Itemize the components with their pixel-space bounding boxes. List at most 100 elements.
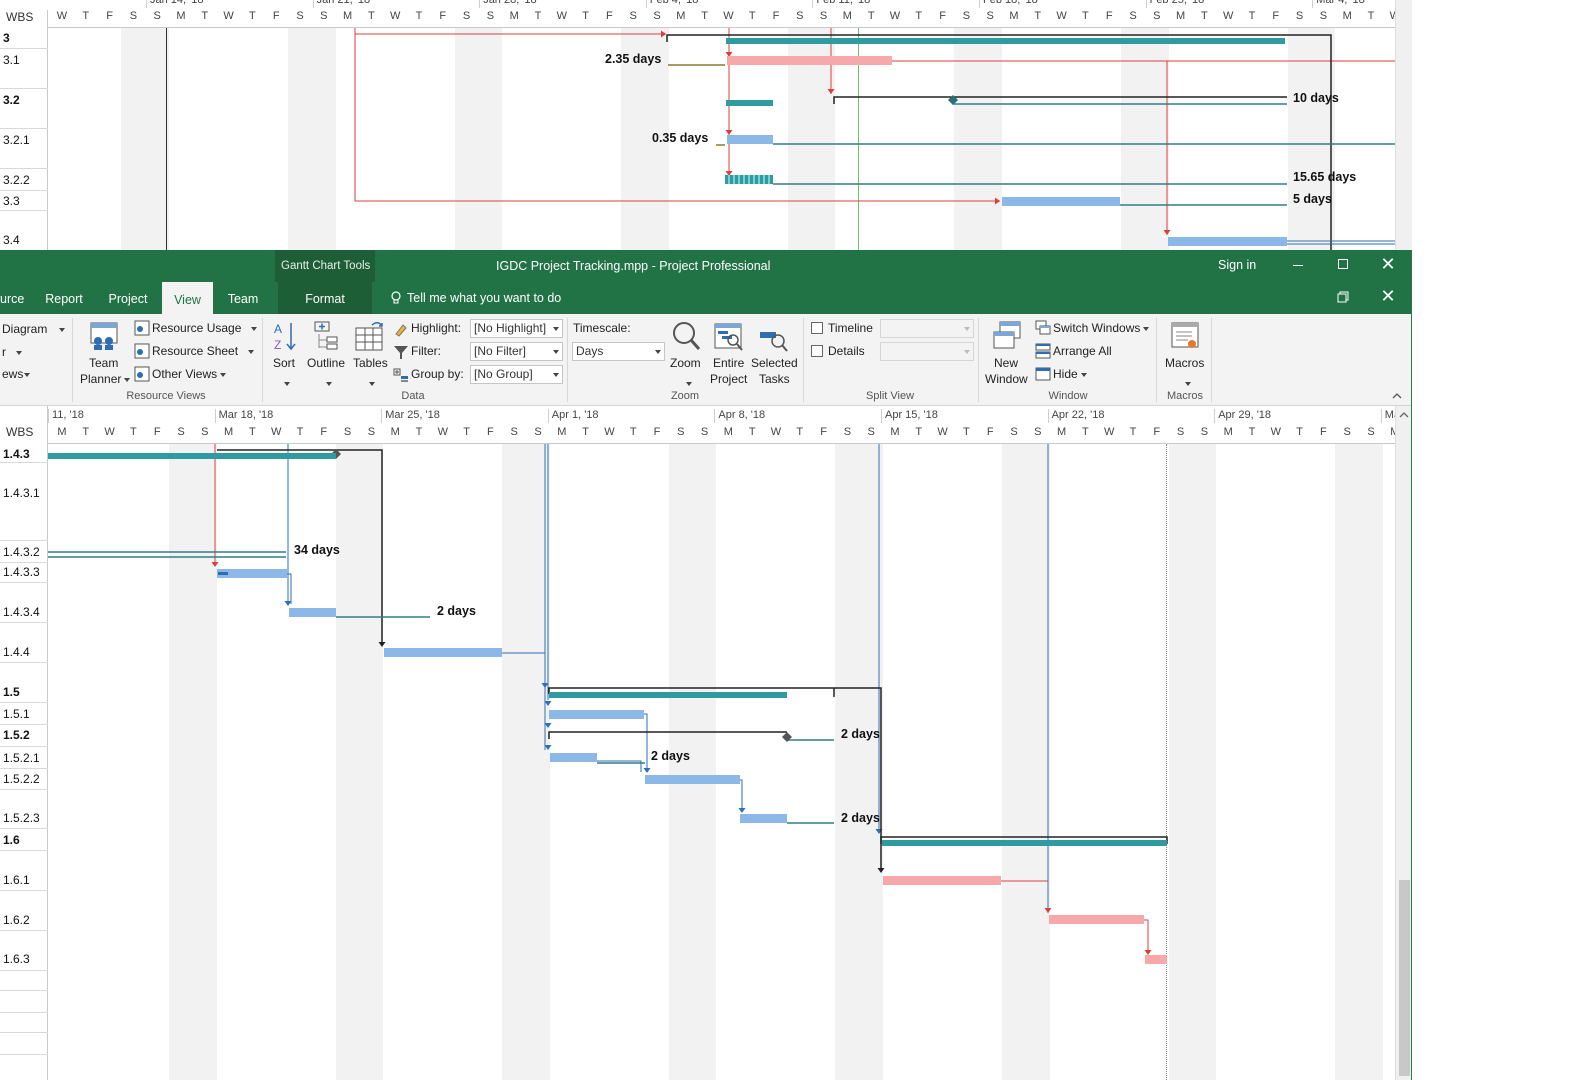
task-bar[interactable] bbox=[1002, 197, 1120, 206]
tab-format[interactable]: Format bbox=[278, 282, 372, 314]
macros-button[interactable]: Macros bbox=[1163, 318, 1207, 392]
maximize-icon[interactable] bbox=[1333, 254, 1353, 276]
switch-windows-button[interactable]: Switch Windows bbox=[1053, 321, 1150, 335]
close-document-icon[interactable]: ✕ bbox=[1378, 286, 1398, 308]
tab-team[interactable]: Team bbox=[220, 282, 266, 314]
bg-vertical-scrollbar[interactable] bbox=[1395, 0, 1412, 250]
calendar-button[interactable]: r bbox=[2, 345, 22, 359]
zoom-button[interactable]: Zoom bbox=[668, 318, 704, 392]
bg-wbs-header[interactable]: WBS bbox=[0, 10, 48, 28]
other-task-views-button[interactable]: ews bbox=[2, 367, 31, 381]
timeline-view-dropdown[interactable] bbox=[880, 319, 974, 338]
summary-bar[interactable] bbox=[48, 453, 336, 459]
critical-task-bar[interactable] bbox=[1145, 955, 1167, 964]
wbs-cell[interactable]: 1.5.2.3 bbox=[0, 811, 48, 825]
restore-icon[interactable] bbox=[1336, 290, 1350, 304]
task-bar[interactable] bbox=[550, 753, 597, 762]
summary-bar[interactable] bbox=[726, 100, 773, 106]
wbs-cell[interactable]: 1.6.1 bbox=[0, 873, 48, 887]
task-bar[interactable] bbox=[645, 775, 740, 784]
summary-bar[interactable] bbox=[549, 692, 787, 698]
day-letter: T bbox=[1082, 426, 1089, 438]
timeline-checkbox[interactable] bbox=[811, 322, 823, 334]
wbs-cell[interactable]: 3.2.2 bbox=[0, 173, 48, 187]
team-planner-button[interactable]: Team Planner bbox=[80, 318, 131, 392]
wbs-cell[interactable]: 3 bbox=[0, 31, 48, 45]
task-bar[interactable] bbox=[740, 814, 787, 823]
tab-view[interactable]: View bbox=[162, 282, 213, 314]
main-chart-area[interactable]: 34 days 2 days 2 days 2 days 2 days bbox=[48, 444, 1395, 1080]
wbs-cell[interactable]: 1.6 bbox=[0, 833, 48, 847]
minimize-icon[interactable] bbox=[1288, 254, 1308, 276]
wbs-cell[interactable]: 1.4.3.4 bbox=[0, 605, 48, 619]
network-diagram-button[interactable]: Diagram bbox=[2, 322, 66, 336]
day-letter: W bbox=[56, 10, 68, 22]
wbs-cell[interactable]: 3.1 bbox=[0, 53, 48, 67]
wbs-cell[interactable]: 1.4.3.3 bbox=[0, 565, 48, 579]
day-letter: F bbox=[272, 10, 280, 22]
filter-dropdown[interactable]: [No Filter] bbox=[470, 342, 563, 361]
task-bar[interactable] bbox=[1168, 237, 1287, 246]
arrange-all-button[interactable]: Arrange All bbox=[1053, 344, 1112, 358]
wbs-cell[interactable]: 1.4.3 bbox=[0, 447, 48, 461]
wbs-cell[interactable]: 3.2.1 bbox=[0, 133, 48, 147]
summary-bar[interactable] bbox=[882, 840, 1167, 846]
other-views-button[interactable]: Other Views bbox=[152, 367, 227, 381]
wbs-cell[interactable]: 1.6.2 bbox=[0, 913, 48, 927]
week-divider bbox=[645, 0, 647, 8]
sort-button[interactable]: AZ Sort bbox=[270, 318, 300, 392]
wbs-cell[interactable]: 3.2 bbox=[0, 93, 48, 107]
summary-bar[interactable] bbox=[726, 38, 1285, 44]
collapse-ribbon-icon[interactable] bbox=[1391, 390, 1403, 402]
main-vertical-scrollbar[interactable] bbox=[1395, 406, 1412, 1080]
selected-tasks-button[interactable]: Selected Tasks bbox=[750, 318, 798, 392]
critical-task-bar[interactable] bbox=[883, 876, 1001, 885]
new-window-button[interactable]: New Window bbox=[984, 318, 1030, 392]
week-label: Feb 25, '18 bbox=[1149, 0, 1205, 6]
task-bar[interactable] bbox=[384, 648, 502, 657]
outline-button[interactable]: Outline bbox=[306, 318, 348, 392]
wbs-cell[interactable]: 1.5.2.1 bbox=[0, 751, 48, 765]
wbs-cell[interactable]: 1.4.3.2 bbox=[0, 545, 48, 559]
main-week-labels: 11, '18 Mar 18, '18 Mar 25, '18 Apr 1, '18 A… bbox=[48, 409, 1412, 423]
row-divider bbox=[0, 128, 48, 129]
bg-chart-area[interactable]: 2.35 days 10 days 0.35 days 15.65 days 5 day… bbox=[48, 28, 1395, 250]
row-divider bbox=[0, 48, 48, 49]
group-by-dropdown[interactable]: [No Group] bbox=[470, 365, 563, 384]
day-letter: W bbox=[889, 10, 901, 22]
main-wbs-header[interactable]: WBS bbox=[0, 406, 48, 444]
task-bar[interactable] bbox=[289, 608, 336, 617]
hide-button[interactable]: Hide bbox=[1053, 367, 1087, 381]
close-icon[interactable]: ✕ bbox=[1378, 254, 1398, 276]
wbs-cell[interactable]: 1.4.4 bbox=[0, 645, 48, 659]
timescale-dropdown[interactable]: Days bbox=[572, 342, 665, 361]
entire-project-button[interactable]: Entire Project bbox=[708, 318, 750, 392]
details-view-dropdown[interactable] bbox=[880, 342, 974, 361]
tell-me-box[interactable]: Tell me what you want to do bbox=[407, 291, 561, 305]
task-bar[interactable] bbox=[549, 710, 644, 719]
wbs-cell[interactable]: 1.4.3.1 bbox=[0, 486, 48, 500]
resource-usage-button[interactable]: Resource Usage bbox=[152, 321, 258, 335]
resource-sheet-button[interactable]: Resource Sheet bbox=[152, 344, 255, 358]
critical-task-bar[interactable] bbox=[1049, 915, 1144, 924]
task-bar[interactable] bbox=[727, 135, 773, 144]
wbs-cell[interactable]: 1.5.2.2 bbox=[0, 772, 48, 786]
wbs-cell[interactable]: 1.5 bbox=[0, 685, 48, 699]
scroll-up-icon[interactable] bbox=[1399, 409, 1409, 419]
tab-resource[interactable]: urce bbox=[0, 282, 24, 314]
wbs-cell[interactable]: 1.5.1 bbox=[0, 707, 48, 721]
critical-task-bar[interactable] bbox=[727, 56, 892, 65]
sign-in-link[interactable]: Sign in bbox=[1218, 258, 1256, 272]
details-checkbox[interactable] bbox=[811, 345, 823, 357]
wbs-cell[interactable]: 3.4 bbox=[0, 233, 48, 247]
tables-button[interactable]: Tables bbox=[351, 318, 389, 392]
scroll-thumb[interactable] bbox=[1399, 880, 1410, 1076]
tab-report[interactable]: Report bbox=[38, 282, 90, 314]
wbs-cell[interactable]: 1.5.2 bbox=[0, 728, 48, 742]
highlight-dropdown[interactable]: [No Highlight] bbox=[470, 319, 563, 338]
row-divider bbox=[0, 828, 48, 829]
progress-bar[interactable] bbox=[725, 175, 773, 184]
tab-project[interactable]: Project bbox=[100, 282, 156, 314]
wbs-cell[interactable]: 3.3 bbox=[0, 194, 48, 208]
wbs-cell[interactable]: 1.6.3 bbox=[0, 952, 48, 966]
